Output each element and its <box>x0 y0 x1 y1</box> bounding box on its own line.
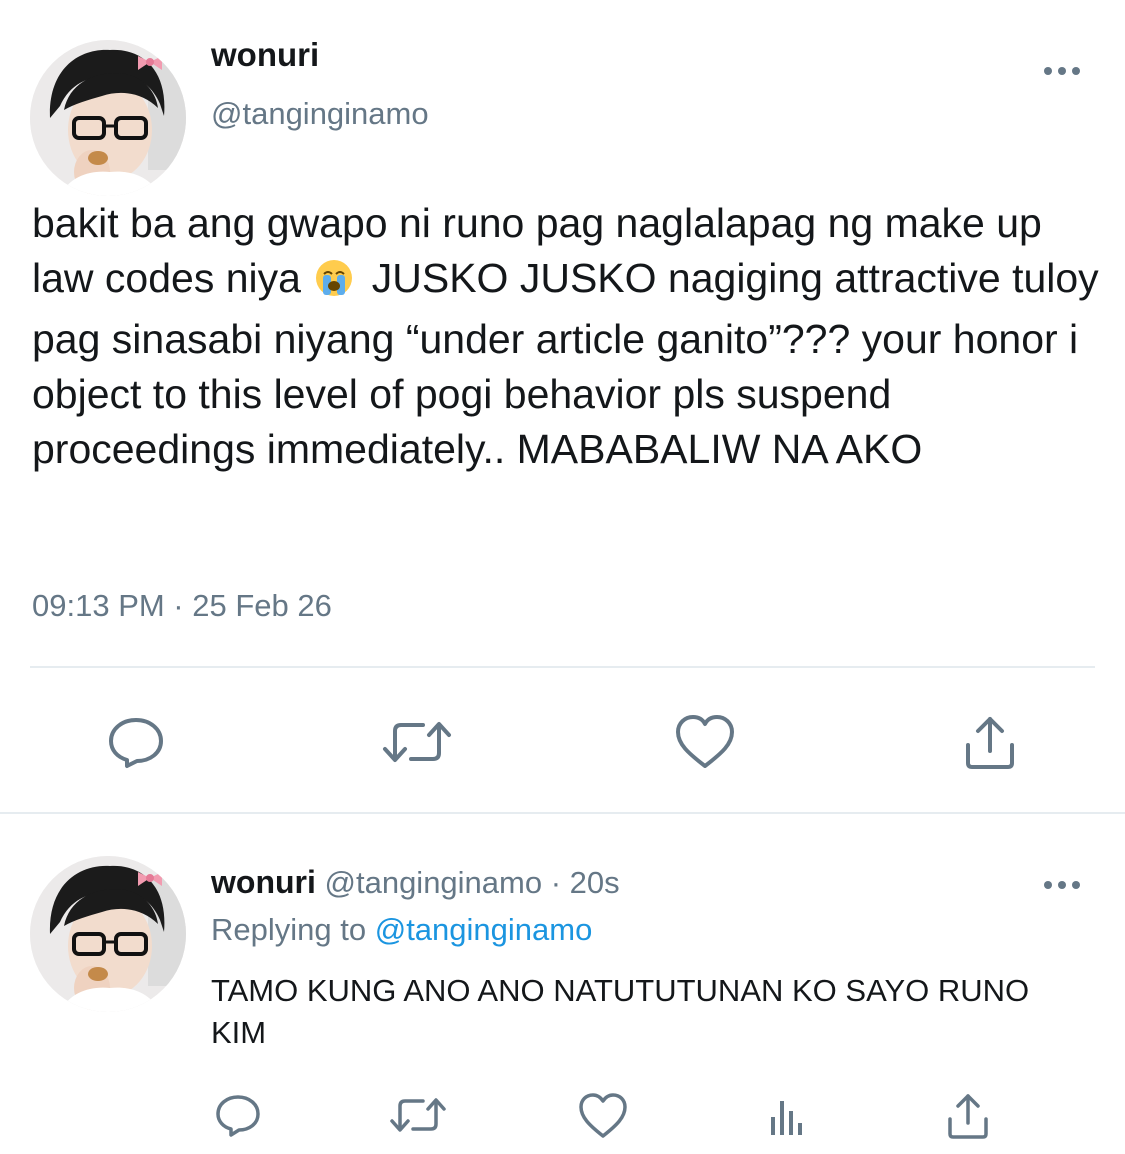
more-horizontal-icon <box>1044 881 1080 889</box>
reply-tweet-text: TAMO KUNG ANO ANO NATUTUTUNAN KO SAYO RU… <box>211 973 1030 1050</box>
tweet-text: bakit ba ang gwapo ni runo pag naglalapa… <box>32 196 1112 477</box>
replying-to: Replying to @tanginginamo <box>211 914 592 945</box>
reply-reply-button[interactable] <box>210 1090 266 1140</box>
reply-more-options-button[interactable] <box>1040 876 1084 894</box>
display-name[interactable]: wonuri <box>211 38 319 71</box>
reply-share-button[interactable] <box>940 1090 996 1142</box>
reply-button[interactable] <box>100 712 172 772</box>
analytics-icon <box>771 1101 802 1135</box>
reply-retweet-button[interactable] <box>386 1090 450 1140</box>
more-horizontal-icon <box>1044 67 1080 75</box>
retweet-button[interactable] <box>378 712 456 772</box>
tweet-timestamp[interactable]: 09:13 PM · 25 Feb 26 <box>32 590 332 621</box>
analytics-button[interactable] <box>762 1092 810 1142</box>
retweet-icon <box>383 722 451 762</box>
heart-icon <box>579 1093 627 1138</box>
avatar[interactable] <box>30 40 186 196</box>
replying-to-mention[interactable]: @tanginginamo <box>375 912 593 947</box>
divider <box>0 812 1125 814</box>
retweet-icon <box>390 1098 446 1132</box>
reply-like-button[interactable] <box>574 1090 632 1142</box>
divider <box>30 666 1095 668</box>
avatar-photo <box>30 40 186 196</box>
avatar-photo <box>30 856 186 1012</box>
reply-avatar[interactable] <box>30 856 186 1012</box>
reply-icon <box>216 1095 260 1137</box>
share-button[interactable] <box>955 710 1025 774</box>
heart-icon <box>676 715 734 768</box>
reply-header: wonuri @tanginginamo · 20s <box>211 866 620 898</box>
more-options-button[interactable] <box>1040 62 1084 80</box>
share-icon <box>948 1094 988 1139</box>
like-button[interactable] <box>670 710 740 774</box>
reply-display-name[interactable]: wonuri <box>211 864 316 900</box>
loudly-crying-emoji <box>314 257 354 312</box>
share-icon <box>966 717 1014 769</box>
replying-to-label: Replying to <box>211 912 367 947</box>
reply-user-handle[interactable]: @tanginginamo <box>325 865 543 900</box>
user-handle[interactable]: @tanginginamo <box>211 98 429 129</box>
reply-icon <box>109 718 163 768</box>
reply-time[interactable]: · 20s <box>551 865 620 900</box>
